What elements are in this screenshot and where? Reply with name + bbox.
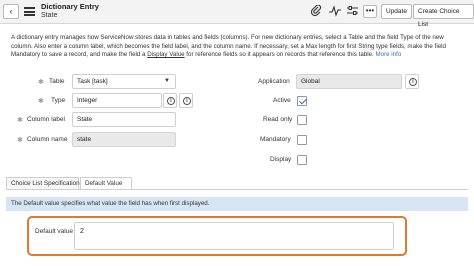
active-checkbox[interactable] xyxy=(297,96,307,106)
form-title: Dictionary Entry xyxy=(41,2,99,11)
type-lookup-button[interactable] xyxy=(163,93,177,108)
mandatory-indicator-icon: ✱ xyxy=(17,117,23,124)
create-choice-list-button[interactable]: Create Choice List xyxy=(413,4,474,28)
description-text-2: for reference fields so it appears on re… xyxy=(184,51,376,58)
more-info-link[interactable]: More info xyxy=(375,51,401,58)
active-label: Active xyxy=(273,97,291,104)
chevron-down-icon: ▼ xyxy=(164,78,170,84)
column-name-field[interactable]: state xyxy=(72,132,176,147)
mandatory-indicator-icon: ✱ xyxy=(38,98,44,105)
display-label: Display xyxy=(270,156,292,163)
tab-choice-list-specification[interactable]: Choice List Specification xyxy=(6,177,80,189)
form-description: A dictionary entry manages how ServiceNo… xyxy=(11,34,467,60)
table-label: Table xyxy=(49,78,65,85)
more-icon: ••• xyxy=(365,6,375,15)
type-label: Type xyxy=(51,97,66,104)
column-name-label: Column name xyxy=(27,136,68,143)
back-button[interactable]: ‹ xyxy=(3,4,19,19)
form-title-block: Dictionary Entry State xyxy=(41,2,99,20)
type-field[interactable]: Integer xyxy=(72,93,162,108)
type-field-value: Integer xyxy=(77,97,98,104)
mandatory-indicator-icon: ✱ xyxy=(17,137,23,144)
application-field[interactable]: Global xyxy=(296,74,402,89)
more-options-button[interactable]: ••• xyxy=(363,5,377,18)
read-only-label: Read only xyxy=(263,116,293,123)
activity-stream-icon[interactable] xyxy=(329,5,341,21)
default-value-text: 2 xyxy=(80,228,84,235)
default-value-field[interactable]: 2 xyxy=(74,222,394,250)
tab-divider xyxy=(6,189,468,190)
column-name-value: state xyxy=(77,136,92,143)
mandatory-checkbox[interactable] xyxy=(297,135,307,145)
display-checkbox[interactable] xyxy=(297,155,307,165)
type-info-button[interactable] xyxy=(179,93,193,108)
application-label: Application xyxy=(258,78,290,85)
table-select-value: Task [task] xyxy=(77,78,108,85)
read-only-checkbox[interactable] xyxy=(297,115,307,125)
mandatory-indicator-icon: ✱ xyxy=(38,79,44,86)
column-label-field[interactable]: State xyxy=(72,112,176,127)
hamburger-menu-icon[interactable] xyxy=(24,7,35,16)
table-select[interactable]: Task [task] ▼ xyxy=(72,74,176,89)
column-label-label: Column label xyxy=(27,116,65,123)
default-value-notice: The Default value specifies what value t… xyxy=(6,197,468,211)
column-label-value: State xyxy=(77,116,93,123)
form-header: ‹ Dictionary Entry State ••• Update Crea… xyxy=(0,0,474,28)
attachment-icon[interactable] xyxy=(310,4,322,21)
mandatory-label: Mandatory xyxy=(260,136,291,143)
default-value-label: Default value xyxy=(35,228,73,235)
tab-default-value[interactable]: Default Value xyxy=(80,177,132,189)
back-icon: ‹ xyxy=(9,6,13,16)
form-subtitle: State xyxy=(41,12,58,19)
update-button[interactable]: Update xyxy=(381,4,412,19)
settings-sliders-icon[interactable] xyxy=(347,5,358,21)
default-value-highlight: Default value 2 xyxy=(27,216,407,256)
application-info-button[interactable] xyxy=(405,74,419,89)
application-value: Global xyxy=(301,78,320,85)
display-value-term: Display Value xyxy=(147,51,185,58)
